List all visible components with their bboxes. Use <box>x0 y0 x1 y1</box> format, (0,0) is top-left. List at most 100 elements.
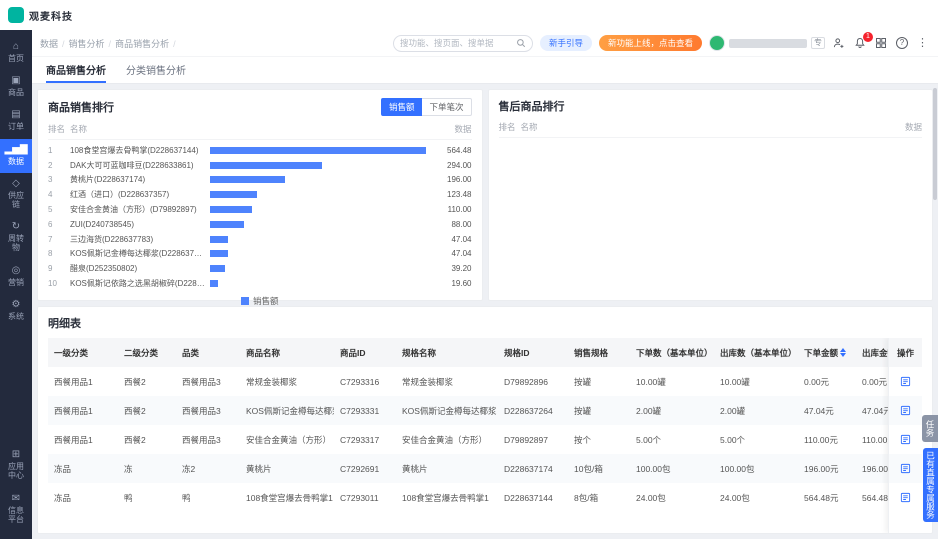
product-name: KOS佩斯记金樽每达椰浆(D228637264) <box>70 249 210 259</box>
sidebar-item[interactable]: ◇ 供应链 <box>0 173 32 216</box>
account-menu[interactable]: 专 <box>709 35 825 51</box>
chart-legend[interactable]: 销售额 <box>48 291 472 307</box>
analysis-tab[interactable]: 商品销售分析 <box>46 57 106 83</box>
sidebar-item[interactable]: ↻ 周转物 <box>0 216 32 259</box>
table-header-row: 一级分类 二级分类 品类 商品名称 商品ID 规格名称 规格ID 销售规格 下单… <box>48 338 888 367</box>
sort-asc-icon[interactable] <box>840 348 847 352</box>
rank-number: 4 <box>48 190 53 200</box>
guide-button[interactable]: 新手引导 <box>539 35 592 51</box>
sidebar-item[interactable]: ◎ 营销 <box>0 260 32 294</box>
cell-category-3: 西餐用品3 <box>182 405 221 416</box>
metric-toggle-button[interactable]: 下单笔次 <box>422 98 472 116</box>
page-scrollbar-thumb[interactable] <box>933 88 937 200</box>
detail-table: 一级分类 二级分类 品类 商品名称 商品ID 规格名称 规格ID 销售规格 下单… <box>48 338 922 533</box>
sidebar-item[interactable]: ✉ 信息平台 <box>0 488 32 531</box>
sidebar-item[interactable]: ▣ 商品 <box>0 70 32 104</box>
rank-row: 2 DAK大可可蓝咖啡豆(D228633861) 294.00 <box>48 158 472 173</box>
cell-category-2: 西餐2 <box>124 376 146 387</box>
avatar[interactable] <box>709 35 725 51</box>
cell-out-qty: 2.00罐 <box>720 405 746 416</box>
column-header-label: 销售规格 <box>574 347 609 358</box>
task-float-button[interactable]: 任务 <box>922 415 938 442</box>
more-menu-icon[interactable]: ⋮ <box>917 37 928 49</box>
rank-number: 1 <box>48 145 53 155</box>
column-header-label: 下单数（基本单位） <box>636 347 713 358</box>
sidebar-item[interactable]: ▤ 订单 <box>0 104 32 138</box>
account-name-redacted <box>729 38 807 48</box>
help-icon[interactable]: ? <box>896 37 908 49</box>
sidebar-item[interactable]: ⌂ 首页 <box>0 36 32 70</box>
column-header: 下单金额 <box>798 347 856 359</box>
search-icon[interactable] <box>516 38 526 48</box>
sidebar-item[interactable]: ▂▅▇ 数据 <box>0 138 32 173</box>
cell-category-3: 鸭 <box>182 492 191 503</box>
card-title: 售后商品排行 <box>498 101 565 113</box>
cell-product-id: C7293011 <box>340 492 379 503</box>
rank-row: 8 KOS佩斯记金樽每达椰浆(D228637264) 47.04 <box>48 247 472 262</box>
apps-grid-icon[interactable] <box>875 37 887 49</box>
notification-bell-icon[interactable]: 1 <box>854 32 873 49</box>
sort-desc-icon[interactable] <box>840 353 847 357</box>
sort-carets[interactable] <box>840 348 847 357</box>
metric-toggle-button[interactable]: 销售额 <box>380 98 423 116</box>
sidebar-item-icon: ▣ <box>11 75 21 87</box>
column-header-label: 一级分类 <box>54 347 89 358</box>
column-header: 一级分类 <box>48 347 118 359</box>
sidebar-item[interactable]: ⊞ 应用中心 <box>0 444 32 487</box>
breadcrumb-item[interactable]: 商品销售分析 <box>115 37 180 50</box>
sales-bar <box>210 146 426 154</box>
column-header: 销售规格 <box>568 347 630 359</box>
cell-category-1: 西餐用品1 <box>54 376 93 387</box>
invite-user-icon[interactable] <box>832 37 845 49</box>
product-name: ZUI(D240738545) <box>70 219 135 229</box>
row-detail-button[interactable] <box>889 396 922 425</box>
sidebar-item-label: 订单 <box>8 122 24 132</box>
sales-value: 39.20 <box>451 264 472 274</box>
cell-spec-name: 黄桃片 <box>402 463 428 474</box>
cell-product-name: 黄桃片 <box>246 463 272 474</box>
row-detail-button[interactable] <box>889 425 922 454</box>
sidebar: ⌂ 首页 ▣ 商品 ▤ 订单 ▂▅▇ 数据 ◇ 供应链 ↻ 周转物 ◎ 营销 ⚙… <box>0 30 32 539</box>
sidebar-item-label: 周转物 <box>8 234 24 253</box>
sidebar-main-nav: ⌂ 首页 ▣ 商品 ▤ 订单 ▂▅▇ 数据 ◇ 供应链 ↻ 周转物 ◎ 营销 ⚙… <box>0 36 32 328</box>
column-header-label: 出库数（基本单位） <box>720 347 797 358</box>
sales-rank-list: 1 108食堂宫爆去骨鸭掌(D228637144) 564.48 2 DAK大可… <box>48 140 472 291</box>
sidebar-item-icon: ⊞ <box>11 449 21 461</box>
table-scroll-area[interactable]: 一级分类 二级分类 品类 商品名称 商品ID 规格名称 规格ID 销售规格 下单… <box>48 338 888 533</box>
rank-row: 7 三边海货(D228637783) 47.04 <box>48 232 472 247</box>
sidebar-item-icon: ▤ <box>11 109 21 121</box>
cell-category-2: 鸭 <box>124 492 133 503</box>
rank-row: 1 108食堂宫爆去骨鸭掌(D228637144) 564.48 <box>48 143 472 158</box>
breadcrumb-item[interactable]: 销售分析 <box>69 37 116 50</box>
column-header: 出库数（基本单位） <box>714 347 798 359</box>
row-detail-button[interactable] <box>889 367 922 396</box>
global-search[interactable] <box>392 34 533 52</box>
cell-order-qty: 100.00包 <box>636 463 671 474</box>
cell-product-id: C7293317 <box>340 434 380 445</box>
column-header: 商品名称 <box>240 347 334 359</box>
search-input[interactable] <box>399 38 512 48</box>
sidebar-item-label: 应用中心 <box>8 462 24 481</box>
sidebar-item-label: 数据 <box>8 156 24 166</box>
rank-number: 8 <box>48 249 53 259</box>
app-logo[interactable]: 观麦科技 <box>8 7 73 23</box>
sidebar-item[interactable]: ⚙ 系统 <box>0 294 32 328</box>
column-header-label: 商品ID <box>340 347 366 358</box>
sidebar-item-icon: ↻ <box>11 221 21 233</box>
column-header: 品类 <box>176 347 240 359</box>
sales-value: 110.00 <box>447 205 472 215</box>
rank-row: 9 醋泉(D252350802) 39.20 <box>48 261 472 276</box>
column-header-label: 出库金额 <box>862 347 888 358</box>
column-header-label: 二级分类 <box>124 347 159 358</box>
sidebar-item-icon: ✉ <box>11 492 21 504</box>
promo-button[interactable]: 新功能上线，点击查看 <box>598 35 702 51</box>
rank-row: 6 ZUI(D240738545) 88.00 <box>48 217 472 232</box>
logo-icon <box>8 7 24 23</box>
service-float-button[interactable]: 已有直属专属服务 <box>923 448 938 522</box>
rank-number: 2 <box>48 160 53 170</box>
row-detail-button[interactable] <box>889 483 922 512</box>
analysis-tab[interactable]: 分类销售分析 <box>126 57 186 83</box>
column-header-label: 规格ID <box>504 347 530 358</box>
breadcrumb-item[interactable]: 数据 <box>40 37 69 50</box>
row-detail-button[interactable] <box>889 454 922 483</box>
